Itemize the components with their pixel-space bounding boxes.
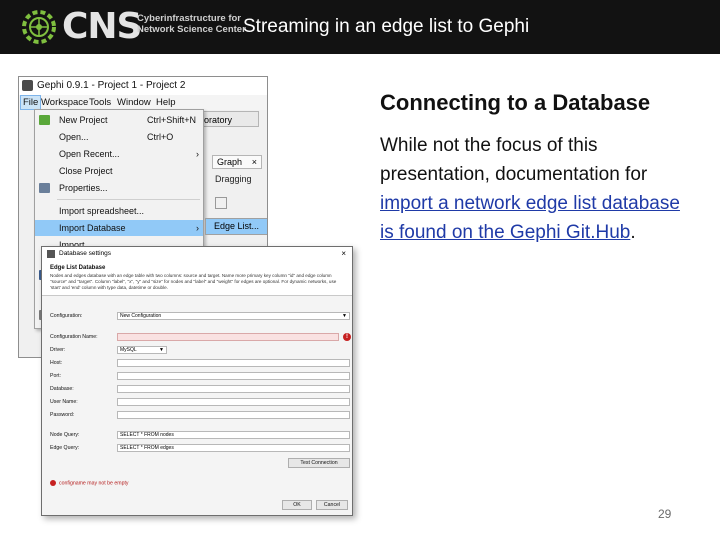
menu-item-import-database[interactable]: Import Database › <box>35 220 203 236</box>
port-input[interactable] <box>117 372 350 380</box>
page-number: 29 <box>658 507 672 521</box>
edge-query-input[interactable]: SELECT * FROM edges <box>117 444 350 452</box>
chevron-right-icon: › <box>196 149 199 159</box>
menu-tools[interactable]: Tools <box>89 95 111 110</box>
body-text: While not the focus of this presentation… <box>380 135 648 185</box>
field-label: Driver: <box>50 347 66 353</box>
menu-window[interactable]: Window <box>117 95 151 110</box>
field-label: Password: <box>50 412 75 418</box>
menu-item-properties[interactable]: Properties... <box>35 180 203 196</box>
database-settings-dialog: Database settings × Edge List Database N… <box>41 246 353 516</box>
section-description: Nodes and edges database with an edge ta… <box>50 273 337 290</box>
dialog-title-bar: Database settings × <box>42 247 352 262</box>
menu-help[interactable]: Help <box>156 95 176 110</box>
field-label: Configuration Name: <box>50 334 98 340</box>
cns-logo-subtitle: Cyberinfrastructure for Network Science … <box>137 13 246 35</box>
menu-separator <box>57 199 200 200</box>
gephi-app-icon <box>47 250 55 258</box>
menu-item-new-project[interactable]: New Project Ctrl+Shift+N <box>35 112 203 128</box>
properties-icon <box>39 183 50 193</box>
menu-file[interactable]: File <box>20 95 42 110</box>
gephi-menubar: File Workspace Tools Window Help <box>19 95 267 110</box>
menu-item-open-recent[interactable]: Open Recent... › <box>35 146 203 162</box>
database-input[interactable] <box>117 385 350 393</box>
field-label: Edge Query: <box>50 445 80 451</box>
host-input[interactable] <box>117 359 350 367</box>
chevron-right-icon: › <box>196 223 199 233</box>
field-label: User Name: <box>50 399 78 405</box>
edit-tool-icon[interactable] <box>215 197 227 209</box>
gephi-window-title: Gephi 0.9.1 - Project 1 - Project 2 <box>37 80 186 91</box>
configuration-name-input[interactable] <box>117 333 339 341</box>
close-icon[interactable]: × <box>252 156 257 169</box>
username-input[interactable] <box>117 398 350 406</box>
validation-error: configname may not be empty <box>50 480 129 486</box>
content-body: While not the focus of this presentation… <box>380 131 695 247</box>
field-label: Database: <box>50 386 74 392</box>
node-query-input[interactable]: SELECT * FROM nodes <box>117 431 350 439</box>
field-label: Port: <box>50 373 61 379</box>
ok-button[interactable]: OK <box>282 500 312 510</box>
cns-logo-text: CNS <box>62 6 142 47</box>
menu-item-open[interactable]: Open... Ctrl+O <box>35 129 203 145</box>
section-title: Edge List Database <box>50 265 106 271</box>
cns-gear-logo-icon <box>22 10 56 44</box>
chevron-down-icon: ▼ <box>342 313 347 319</box>
menu-item-import-spreadsheet[interactable]: Import spreadsheet... <box>35 203 203 219</box>
body-text-end: . <box>630 222 636 243</box>
menu-item-close-project[interactable]: Close Project <box>35 163 203 179</box>
password-input[interactable] <box>117 411 350 419</box>
slide-header: CNS Cyberinfrastructure for Network Scie… <box>0 0 720 54</box>
chevron-down-icon: ▼ <box>159 347 164 353</box>
configuration-select[interactable]: New Configuration ▼ <box>117 312 350 320</box>
dialog-title: Database settings <box>59 250 112 257</box>
menu-workspace[interactable]: Workspace <box>41 95 88 110</box>
dragging-label: Dragging <box>215 174 252 184</box>
dialog-description-panel: Edge List Database Nodes and edges datab… <box>42 261 352 296</box>
close-icon[interactable]: × <box>341 247 346 261</box>
new-project-icon <box>39 115 50 125</box>
menu-item-edge-list[interactable]: Edge List... <box>206 219 267 234</box>
tab-graph-label: Graph <box>217 157 243 167</box>
gephi-app-icon <box>22 80 33 91</box>
gephi-title-bar: Gephi 0.9.1 - Project 1 - Project 2 <box>19 77 267 95</box>
error-icon <box>50 480 56 486</box>
test-connection-button[interactable]: Test Connection <box>288 458 350 468</box>
import-database-submenu: Edge List... <box>205 218 267 235</box>
tab-graph[interactable]: Graph × <box>212 155 262 169</box>
field-label: Host: <box>50 360 63 366</box>
slide-title: Streaming in an edge list to Gephi <box>243 16 530 37</box>
driver-select[interactable]: MySQL ▼ <box>117 346 167 354</box>
cancel-button[interactable]: Cancel <box>316 500 348 510</box>
error-icon: ! <box>343 333 351 341</box>
field-label: Node Query: <box>50 432 80 438</box>
field-label: Configuration: <box>50 313 83 319</box>
content-heading: Connecting to a Database <box>380 90 651 115</box>
